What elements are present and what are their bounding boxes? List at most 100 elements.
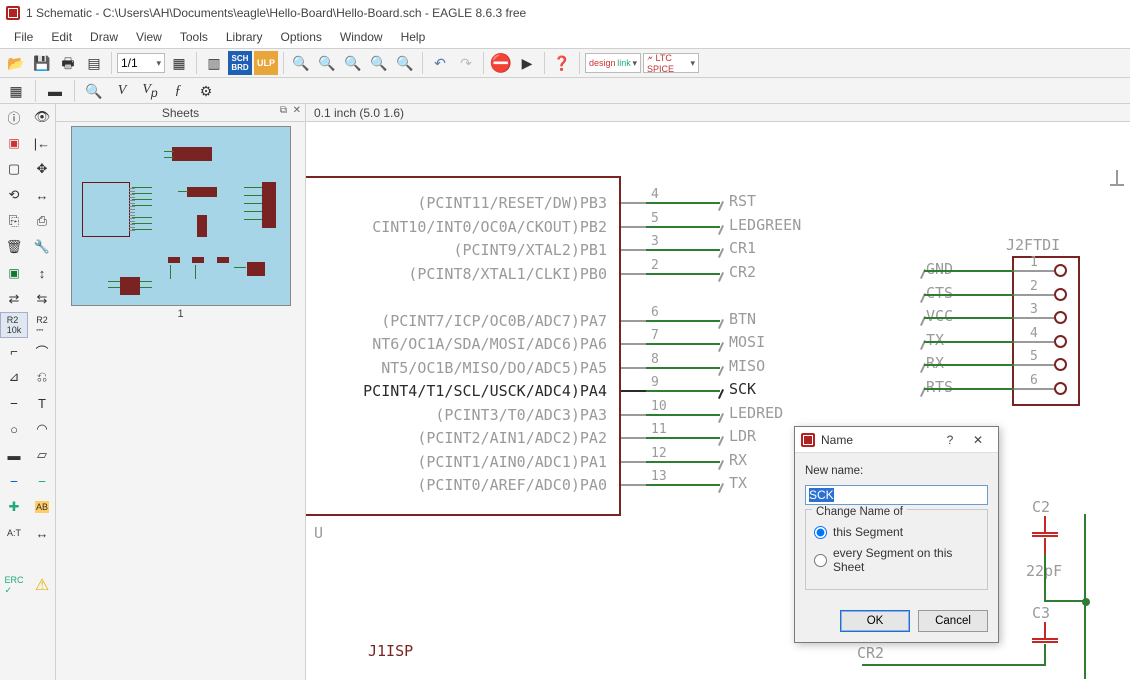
radio-this-segment-input[interactable] <box>814 526 827 539</box>
errors-tool-icon[interactable]: ⚠ <box>28 572 56 598</box>
cam-icon[interactable]: ▤ <box>82 51 106 75</box>
ftdi-wire[interactable] <box>924 341 1014 343</box>
stop-icon[interactable]: ⛔ <box>489 51 513 75</box>
erc-tool-icon[interactable]: ERC✓ <box>0 572 28 598</box>
ulp-icon[interactable]: ULP <box>254 51 278 75</box>
net-wire[interactable] <box>646 273 720 275</box>
menu-help[interactable]: Help <box>393 28 434 46</box>
net-label[interactable]: LEDRED <box>729 404 783 422</box>
net-label[interactable]: SCK <box>729 380 756 398</box>
zoom-dropdown[interactable]: 1/1▾ <box>117 53 165 73</box>
select-tool-icon[interactable]: ▢ <box>0 156 28 182</box>
ftdi-wire[interactable] <box>924 388 1014 390</box>
func-icon[interactable]: ƒ <box>166 80 190 102</box>
zoom-select-icon[interactable]: 🔍 <box>367 51 391 75</box>
ftdi-wire[interactable] <box>924 364 1014 366</box>
net-label[interactable]: MOSI <box>729 333 765 351</box>
show-tool-icon[interactable]: 👁 <box>28 104 56 130</box>
dialog-close-icon[interactable]: ✕ <box>964 433 992 447</box>
tcross-icon[interactable]: 🔍 <box>82 80 106 102</box>
ftdi-wire[interactable] <box>924 270 1014 272</box>
net-label[interactable]: LEDGREEN <box>729 216 801 234</box>
c2-wire-down[interactable] <box>1044 554 1046 602</box>
radio-every-segment[interactable]: every Segment on this Sheet <box>814 546 979 574</box>
polygon-tool-icon[interactable]: ▱ <box>28 442 56 468</box>
new-name-input-display[interactable]: SCK <box>805 485 988 505</box>
split-tool-icon[interactable]: ⊿ <box>0 364 28 390</box>
close-icon[interactable]: ✕ <box>293 105 301 116</box>
vp-icon[interactable]: Vp <box>138 80 162 102</box>
run-icon[interactable]: ▶ <box>515 51 539 75</box>
miter-tool-icon[interactable]: ⌒ <box>28 338 56 364</box>
ftdi-wire[interactable] <box>924 294 1014 296</box>
net-wire[interactable] <box>646 343 720 345</box>
rect-tool-icon[interactable]: ▬ <box>0 442 28 468</box>
open-icon[interactable]: 📂 <box>4 51 28 75</box>
net-wire[interactable] <box>646 437 720 439</box>
mark-tool-icon[interactable]: |← <box>28 130 56 156</box>
ftdi-net-label[interactable]: RX <box>926 354 944 372</box>
info-tool-icon[interactable]: ⓘ <box>0 104 28 130</box>
name-tool-icon[interactable]: R210k <box>0 312 28 338</box>
menu-tools[interactable]: Tools <box>172 28 216 46</box>
net-label[interactable]: RST <box>729 192 756 210</box>
ltspice-dropdown[interactable]: 🗲 LTCSPICE▾ <box>643 53 699 73</box>
arc-tool-icon[interactable]: ◠ <box>28 416 56 442</box>
junction-tool-icon[interactable]: ✚ <box>0 494 28 520</box>
zoom-fit-icon[interactable]: 🔍 <box>341 51 365 75</box>
ftdi-pad[interactable] <box>1054 288 1067 301</box>
layers-icon[interactable]: ▬ <box>43 80 67 102</box>
delete-tool-icon[interactable]: 🗑 <box>0 234 28 260</box>
attr-tool-icon[interactable]: A:T <box>0 520 28 546</box>
smash-tool-icon[interactable]: ⌐ <box>0 338 28 364</box>
cr2-to-c3-wire[interactable] <box>1010 664 1046 666</box>
net-wire[interactable] <box>646 249 720 251</box>
gateswap-tool-icon[interactable]: ⇄ <box>0 286 28 312</box>
net-wire[interactable] <box>646 226 720 228</box>
menu-file[interactable]: File <box>6 28 41 46</box>
save-icon[interactable]: 💾 <box>30 51 54 75</box>
net-label[interactable]: CR1 <box>729 239 756 257</box>
mirror-tool-icon[interactable]: ↔ <box>28 182 56 208</box>
radio-this-segment[interactable]: this Segment <box>814 525 979 539</box>
v-icon[interactable]: V <box>110 80 134 102</box>
radio-every-segment-input[interactable] <box>814 554 827 567</box>
c-join-wire[interactable] <box>1044 600 1086 602</box>
ftdi-pad[interactable] <box>1054 264 1067 277</box>
module-icon[interactable]: ▦ <box>167 51 191 75</box>
net-label[interactable]: BTN <box>729 310 756 328</box>
menu-library[interactable]: Library <box>218 28 271 46</box>
net-wire[interactable] <box>646 367 720 369</box>
cancel-button[interactable]: Cancel <box>918 610 988 632</box>
grid-toggle-icon[interactable]: ▦ <box>4 80 28 102</box>
net-label[interactable]: MISO <box>729 357 765 375</box>
net-wire[interactable] <box>646 202 720 204</box>
net-tool-icon[interactable]: ⎯ <box>28 468 56 494</box>
ftdi-wire[interactable] <box>924 317 1014 319</box>
bus-tool-icon[interactable]: ⎯ <box>0 468 28 494</box>
ok-button[interactable]: OK <box>840 610 910 632</box>
dialog-help-icon[interactable]: ? <box>936 433 964 447</box>
design-link-dropdown[interactable]: designlink▾ <box>585 53 641 73</box>
change-tool-icon[interactable]: 🔧 <box>28 234 56 260</box>
ftdi-pad[interactable] <box>1054 358 1067 371</box>
ftdi-body[interactable] <box>1012 256 1080 406</box>
value-tool-icon[interactable]: R2⎓ <box>28 312 56 338</box>
c-right-wire[interactable] <box>1084 514 1086 679</box>
ftdi-net-label[interactable]: RTS <box>926 378 953 396</box>
sch-brd-icon[interactable]: SCHBRD <box>228 51 252 75</box>
canvas-area[interactable]: 0.1 inch (5.0 1.6) U (PCINT11/RESET/DW)P… <box>306 104 1130 680</box>
redo-icon[interactable]: ↷ <box>454 51 478 75</box>
net-wire[interactable] <box>646 461 720 463</box>
layer-tool-icon[interactable]: ▣ <box>0 130 28 156</box>
label-tool-icon[interactable]: AB <box>28 494 56 520</box>
ftdi-net-label[interactable]: VCC <box>926 307 953 325</box>
pinswap-tool-icon[interactable]: ⇆ <box>28 286 56 312</box>
menu-view[interactable]: View <box>128 28 170 46</box>
net-label[interactable]: RX <box>729 451 747 469</box>
undo-icon[interactable]: ↶ <box>428 51 452 75</box>
cr2-wire[interactable] <box>862 664 1012 666</box>
net-label[interactable]: TX <box>729 474 747 492</box>
net-label[interactable]: CR2 <box>729 263 756 281</box>
ftdi-net-label[interactable]: GND <box>926 260 953 278</box>
